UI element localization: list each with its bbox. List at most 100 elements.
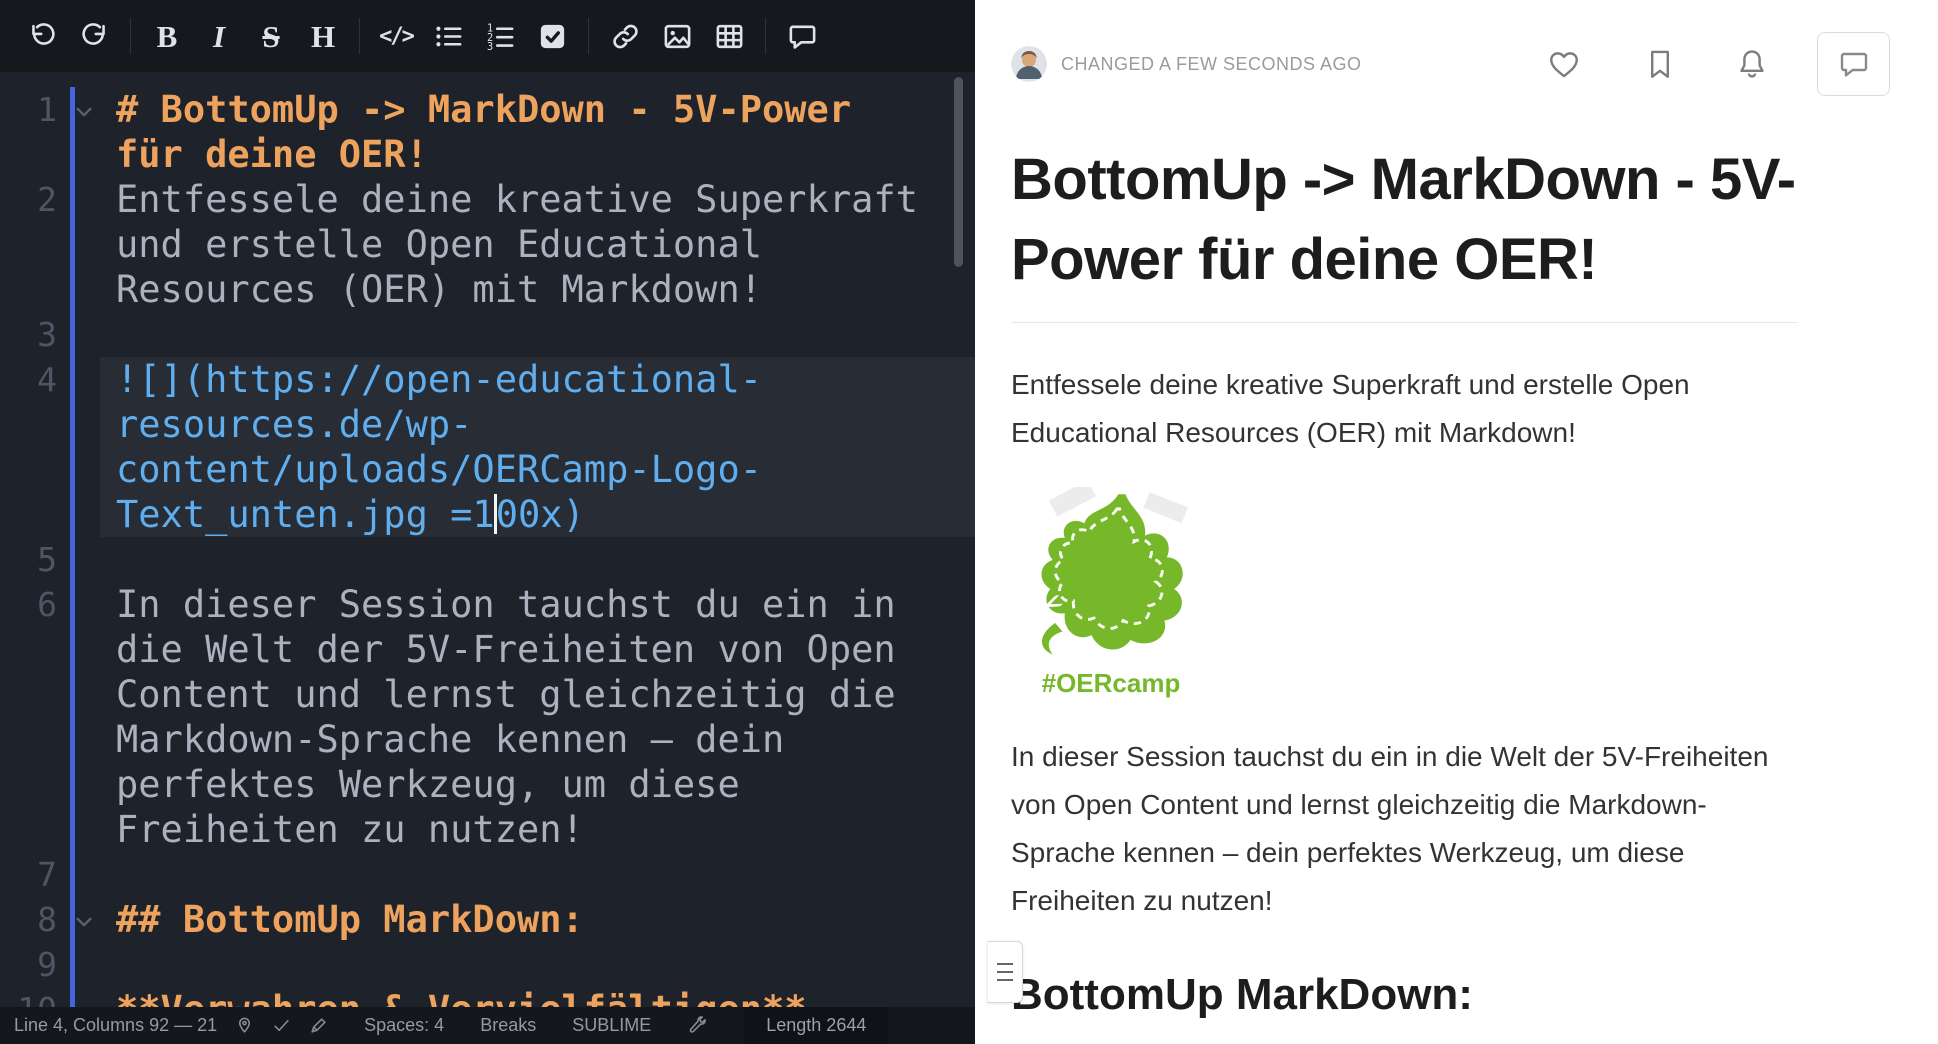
editor-line-text xyxy=(116,852,926,897)
line-text-before-cursor: ![](https://open-educational-resources.d… xyxy=(116,358,762,536)
editor-line-text xyxy=(116,942,926,987)
line-number: 5 xyxy=(0,537,57,582)
svg-text:3: 3 xyxy=(486,40,492,51)
toolbar-separator xyxy=(765,18,766,54)
code-button[interactable]: </> xyxy=(373,12,419,60)
fold-column[interactable] xyxy=(57,87,116,123)
oercamp-logo-image: ✂ xyxy=(1013,487,1209,663)
bullet-list-button[interactable] xyxy=(425,12,471,60)
line-number: 4 xyxy=(0,357,57,402)
check-icon[interactable] xyxy=(272,1016,291,1035)
line-number: 10 xyxy=(0,987,57,1007)
undo-button[interactable] xyxy=(19,12,65,60)
speech-bubble-icon xyxy=(1838,48,1870,80)
code-editor[interactable]: 1 # BottomUp -> MarkDown - 5V-Power für … xyxy=(0,72,975,1007)
logo-caption: #OERcamp xyxy=(1011,668,1211,699)
line-number: 9 xyxy=(0,942,57,987)
italic-button[interactable]: I xyxy=(196,12,242,60)
editor-line-text: # BottomUp -> MarkDown - 5V-Power für de… xyxy=(116,87,926,177)
line-text-after-cursor: 00x) xyxy=(496,493,585,536)
editor-line-text: ![](https://open-educational-resources.d… xyxy=(116,357,926,537)
toolbar-separator xyxy=(588,18,589,54)
undo-icon xyxy=(27,21,58,52)
document-length-status: Length 2644 xyxy=(744,1007,888,1044)
link-button[interactable] xyxy=(602,12,648,60)
toolbar-separator xyxy=(359,18,360,54)
table-icon xyxy=(714,21,745,52)
redo-button[interactable] xyxy=(71,12,117,60)
editor-line[interactable]: 3 xyxy=(0,312,975,357)
checklist-icon xyxy=(537,21,568,52)
strikethrough-button[interactable]: S xyxy=(248,12,294,60)
editor-line[interactable]: 1 # BottomUp -> MarkDown - 5V-Power für … xyxy=(0,87,975,177)
open-comments-button[interactable] xyxy=(1817,32,1890,96)
chevron-down-icon[interactable] xyxy=(73,911,95,933)
bookmark-icon xyxy=(1643,47,1677,81)
heading-button[interactable]: H xyxy=(300,12,346,60)
editor-line[interactable]: 7 xyxy=(0,852,975,897)
code-icon: </> xyxy=(379,24,413,49)
heart-icon xyxy=(1547,47,1581,81)
cursor-position-status: Line 4, Columns 92 — 21 xyxy=(14,1015,217,1036)
preview-header: CHANGED A FEW SECONDS AGO xyxy=(1011,0,1890,128)
bold-button[interactable]: B xyxy=(144,12,190,60)
last-changed-label: CHANGED A FEW SECONDS AGO xyxy=(1061,54,1362,75)
editor-status-bar: Line 4, Columns 92 — 21 Spaces: 4 Breaks… xyxy=(0,1007,975,1044)
brush-icon[interactable] xyxy=(309,1016,328,1035)
editor-line-text: ## BottomUp MarkDown: xyxy=(116,897,926,942)
editor-toolbar: B I S H </> 123 xyxy=(0,0,975,72)
bullet-list-icon xyxy=(433,21,464,52)
comment-button[interactable] xyxy=(779,12,825,60)
line-number: 7 xyxy=(0,852,57,897)
numbered-list-icon: 123 xyxy=(485,21,516,52)
bookmark-button[interactable] xyxy=(1643,47,1677,81)
oercamp-logo: ✂ #OERcamp xyxy=(1011,487,1211,699)
line-number: 3 xyxy=(0,312,57,357)
editor-scrollbar-thumb[interactable] xyxy=(954,77,963,267)
table-button[interactable] xyxy=(706,12,752,60)
fold-column[interactable] xyxy=(57,897,116,933)
markdown-editor-pane: B I S H </> 123 xyxy=(0,0,975,1044)
markdown-preview-pane: CHANGED A FEW SECONDS AGO BottomUp -> Ma… xyxy=(975,0,1938,1044)
linebreaks-setting[interactable]: Breaks xyxy=(480,1015,536,1036)
editor-line-text xyxy=(116,312,926,357)
avatar[interactable] xyxy=(1011,46,1047,82)
wrench-icon[interactable] xyxy=(687,1016,706,1035)
italic-icon: I xyxy=(213,21,225,52)
line-number: 6 xyxy=(0,582,57,627)
image-button[interactable] xyxy=(654,12,700,60)
comment-icon xyxy=(787,21,818,52)
redo-icon xyxy=(79,21,110,52)
spaces-setting[interactable]: Spaces: 4 xyxy=(364,1015,444,1036)
pin-icon[interactable] xyxy=(235,1016,254,1035)
editor-line-text: In dieser Session tauchst du ein in die … xyxy=(116,582,926,852)
bold-icon: B xyxy=(157,21,178,52)
like-button[interactable] xyxy=(1547,47,1581,81)
keymap-setting[interactable]: SUBLIME xyxy=(572,1015,651,1036)
numbered-list-button[interactable]: 123 xyxy=(477,12,523,60)
notifications-button[interactable] xyxy=(1735,47,1769,81)
paragraph: In dieser Session tauchst du ein in die … xyxy=(1011,733,1798,925)
editor-line[interactable]: 5 xyxy=(0,537,975,582)
rendered-document: BottomUp -> MarkDown - 5V-Power für dein… xyxy=(1011,140,1798,1044)
line-number: 1 xyxy=(0,87,57,132)
chevron-down-icon[interactable] xyxy=(73,101,95,123)
section-heading: BottomUp MarkDown: xyxy=(1011,967,1798,1044)
editor-line[interactable]: 10 **Verwahren & Vervielfältigen** xyxy=(0,987,975,1007)
toolbar-separator xyxy=(130,18,131,54)
editor-line[interactable]: 2 Entfessele deine kreative Superkraft u… xyxy=(0,177,975,312)
avatar-image xyxy=(1011,46,1047,82)
checklist-button[interactable] xyxy=(529,12,575,60)
line-number: 2 xyxy=(0,177,57,222)
editor-line-text: **Verwahren & Vervielfältigen** xyxy=(116,987,926,1007)
split-drag-handle[interactable] xyxy=(987,941,1023,1003)
editor-line-text: Entfessele deine kreative Superkraft und… xyxy=(116,177,926,312)
editor-line[interactable]: 9 xyxy=(0,942,975,987)
editor-line[interactable]: 6 In dieser Session tauchst du ein in di… xyxy=(0,582,975,852)
strikethrough-icon: S xyxy=(262,21,279,52)
bell-icon xyxy=(1735,47,1769,81)
image-icon xyxy=(662,21,693,52)
editor-line-active[interactable]: 4 ![](https://open-educational-resources… xyxy=(0,357,975,537)
link-icon xyxy=(610,21,641,52)
editor-line[interactable]: 8 ## BottomUp MarkDown: xyxy=(0,897,975,942)
